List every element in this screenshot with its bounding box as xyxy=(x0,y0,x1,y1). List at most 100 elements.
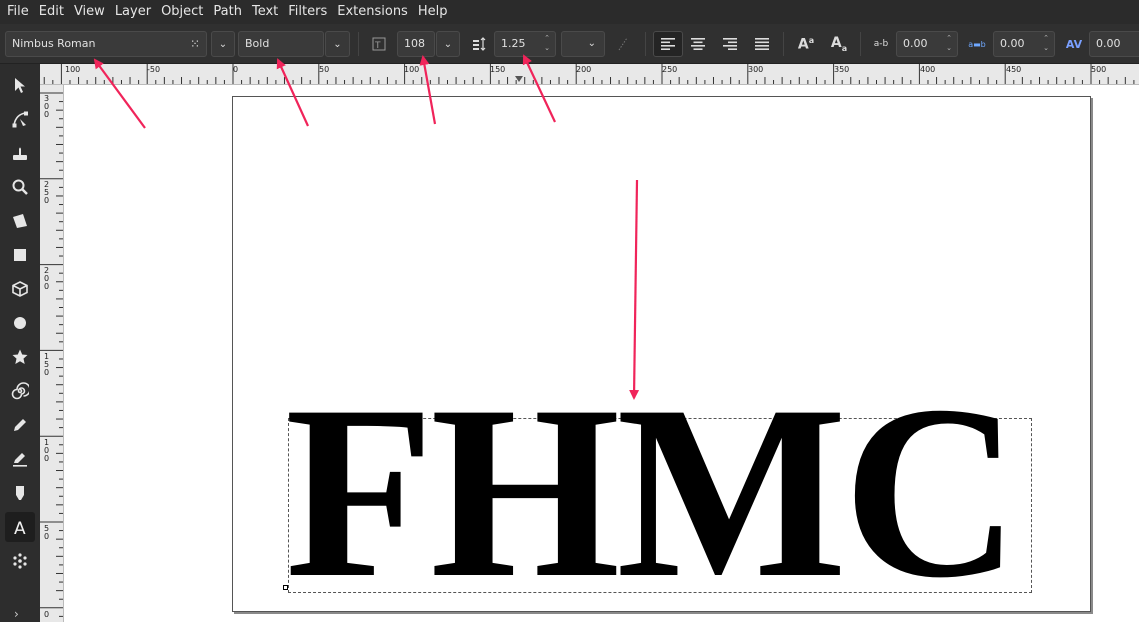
pointer-arrow-icon xyxy=(15,78,25,93)
menu-layer[interactable]: Layer xyxy=(110,0,156,24)
ruler-label: 250 xyxy=(44,180,50,205)
align-justify-icon[interactable] xyxy=(751,33,773,55)
font-list-icon[interactable]: ⁙ xyxy=(190,32,200,56)
svg-text:A: A xyxy=(14,519,26,536)
toolbar-separator xyxy=(783,32,784,56)
node-tool[interactable] xyxy=(5,104,35,134)
spin-down-icon[interactable]: ⌄ xyxy=(1041,44,1051,53)
font-style-value: Bold xyxy=(245,37,270,50)
zoom-magnifier-icon xyxy=(12,179,28,195)
ruler-label: 500 xyxy=(1091,65,1107,74)
spiral-tool[interactable] xyxy=(5,376,35,406)
align-center-icon[interactable] xyxy=(687,33,709,55)
ruler-label: 150 xyxy=(490,65,506,74)
horizontal-ruler[interactable]: 100 -50 0 50 100 150 200 250 300 350 400… xyxy=(40,64,1139,85)
measure-icon xyxy=(13,214,27,228)
pencil-icon xyxy=(14,419,26,431)
text-tool[interactable]: A xyxy=(5,512,35,542)
ruler-label: 0 xyxy=(44,610,50,619)
line-height-value: 1.25 xyxy=(501,37,526,50)
pen-tool[interactable] xyxy=(5,444,35,474)
pencil-tool[interactable] xyxy=(5,410,35,440)
canvas-text-object[interactable]: FHMC xyxy=(285,368,1019,616)
superscript-toggle-icon[interactable] xyxy=(612,33,634,55)
font-family-input[interactable]: Nimbus Roman ⁙ xyxy=(5,31,207,57)
ruler-label: 50 xyxy=(319,65,330,74)
letter-spacing-input[interactable]: 0.00 ⌃ ⌄ xyxy=(896,31,958,57)
line-height-input[interactable]: 1.25 ⌃ ⌄ xyxy=(494,31,556,57)
toolbar-separator xyxy=(860,32,861,56)
rectangle-tool[interactable] xyxy=(5,240,35,270)
vertical-ruler[interactable]: 300 250 200 150 100 50 0 xyxy=(40,85,64,622)
font-style-select[interactable]: Bold xyxy=(238,31,324,57)
line-height-unit-select[interactable]: ⌄ xyxy=(561,31,605,57)
font-size-dropdown-button[interactable]: ⌄ xyxy=(436,31,460,57)
star-tool[interactable] xyxy=(5,342,35,372)
ruler-label: 150 xyxy=(44,352,50,377)
tweak-brush-icon xyxy=(13,147,27,160)
chevron-down-icon: ⌄ xyxy=(587,38,596,49)
font-size-icon: T xyxy=(368,33,390,55)
3d-box-icon xyxy=(12,281,28,297)
spin-down-icon[interactable]: ⌄ xyxy=(944,44,954,53)
font-family-dropdown-button[interactable]: ⌄ xyxy=(211,31,235,57)
3d-box-tool[interactable] xyxy=(5,274,35,304)
kerning-icon: AV xyxy=(1065,37,1083,51)
letter-spacing-value: 0.00 xyxy=(903,37,928,50)
word-spacing-value: 0.00 xyxy=(1000,37,1025,50)
word-spacing-input[interactable]: 0.00 ⌃ ⌄ xyxy=(993,31,1055,57)
font-size-input[interactable]: 108 xyxy=(397,31,435,57)
ruler-label: 100 xyxy=(404,65,420,74)
menu-text[interactable]: Text xyxy=(247,0,283,24)
pen-icon xyxy=(13,453,27,467)
menu-view[interactable]: View xyxy=(69,0,110,24)
drawing-canvas[interactable]: FHMC xyxy=(64,85,1139,622)
chevron-down-icon: ⌄ xyxy=(333,38,342,50)
chevron-down-icon: ⌄ xyxy=(218,38,228,50)
menu-object[interactable]: Object xyxy=(156,0,208,24)
menu-edit[interactable]: Edit xyxy=(34,0,69,24)
menu-file[interactable]: File xyxy=(2,0,34,24)
zoom-tool[interactable] xyxy=(5,172,35,202)
spray-tool[interactable] xyxy=(5,546,35,576)
calligraphy-tool[interactable] xyxy=(5,478,35,508)
ellipse-tool[interactable] xyxy=(5,308,35,338)
spin-up-icon[interactable]: ⌃ xyxy=(542,34,552,43)
spin-up-icon[interactable]: ⌃ xyxy=(944,34,954,43)
toolbar-separator xyxy=(645,32,646,56)
subscript-icon[interactable]: Aa xyxy=(828,33,850,55)
superscript-icon[interactable]: Aa xyxy=(795,33,817,55)
node-edit-icon xyxy=(12,111,28,128)
menu-path[interactable]: Path xyxy=(208,0,247,24)
toolbar-separator xyxy=(358,32,359,56)
line-height-icon xyxy=(468,33,490,55)
star-icon xyxy=(12,349,28,364)
ruler-label: 450 xyxy=(1006,65,1022,74)
ruler-label: 250 xyxy=(662,65,678,74)
selector-tool[interactable] xyxy=(5,70,35,100)
align-right-icon[interactable] xyxy=(719,33,741,55)
ruler-label: 100 xyxy=(44,438,50,463)
measure-tool[interactable] xyxy=(5,206,35,236)
menu-help[interactable]: Help xyxy=(413,0,453,24)
ruler-label: 100 xyxy=(65,65,81,74)
ruler-label: -50 xyxy=(147,65,161,74)
ruler-position-marker xyxy=(515,76,523,82)
ruler-label: 200 xyxy=(44,266,50,291)
circle-icon xyxy=(14,317,26,329)
align-left-icon xyxy=(661,38,675,50)
toolbox: A › xyxy=(0,64,40,622)
tweak-tool[interactable] xyxy=(5,138,35,168)
ruler-label: 400 xyxy=(920,65,936,74)
spiral-icon xyxy=(11,382,29,400)
spray-icon xyxy=(13,553,27,569)
font-style-dropdown-button[interactable]: ⌄ xyxy=(325,31,350,57)
kerning-input[interactable]: 0.00 xyxy=(1089,31,1139,57)
spin-down-icon[interactable]: ⌄ xyxy=(542,44,552,53)
toolbox-expand-chevron-icon[interactable]: › xyxy=(14,607,19,621)
text-anchor-handle[interactable] xyxy=(283,585,288,590)
align-left-button[interactable] xyxy=(653,31,683,57)
spin-up-icon[interactable]: ⌃ xyxy=(1041,34,1051,43)
menu-extensions[interactable]: Extensions xyxy=(332,0,413,24)
menu-filters[interactable]: Filters xyxy=(283,0,332,24)
